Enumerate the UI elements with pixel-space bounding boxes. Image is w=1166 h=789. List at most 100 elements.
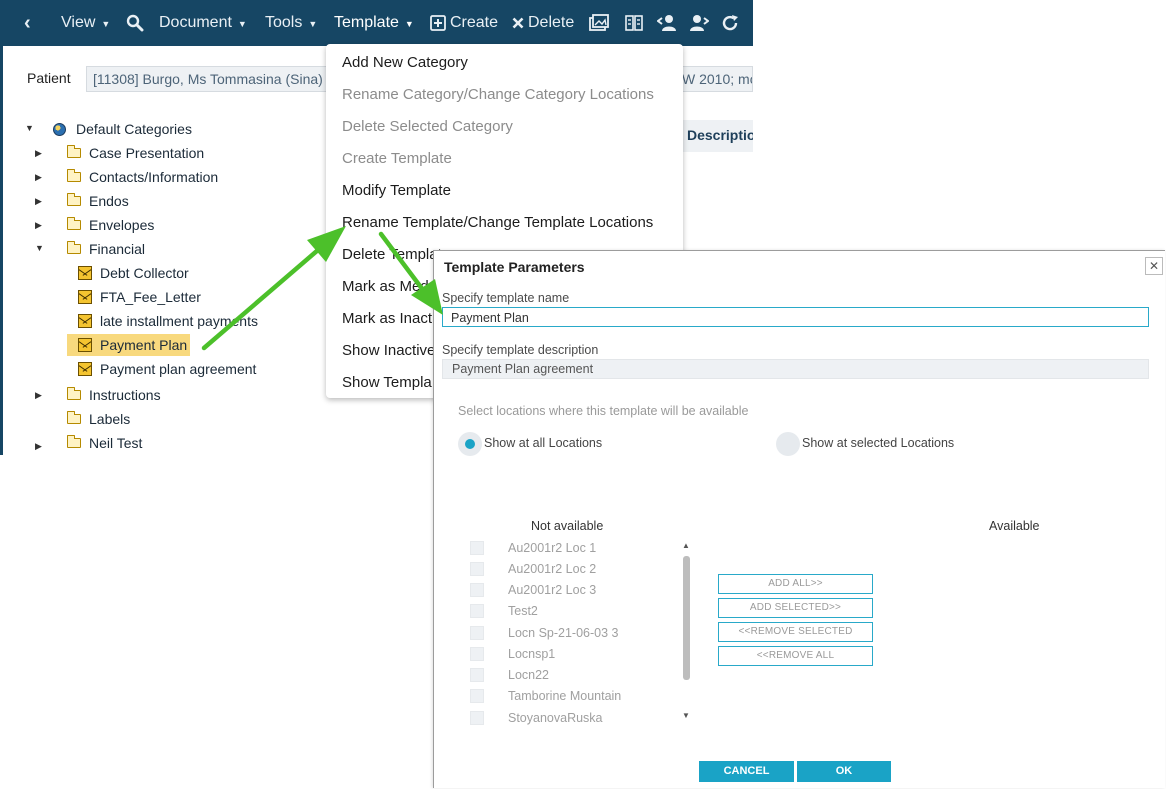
patient-label: Patient [27,70,71,86]
refresh-button[interactable] [721,0,739,46]
location-checkbox[interactable] [470,604,484,618]
location-label: Au2001r2 Loc 2 [508,562,597,576]
dialog-close-button[interactable]: ✕ [1145,257,1163,275]
compare-button[interactable] [625,0,643,46]
tree-item[interactable]: ▶ Endos [35,190,129,212]
description-header-label: Description [687,127,753,143]
radio-selected-locations[interactable] [776,432,800,456]
left-frame-edge [0,46,3,455]
location-label: Tamborine Mountain [508,689,622,703]
location-checkbox[interactable] [470,541,484,555]
menu-item-modify-template[interactable]: Modify Template [342,182,451,199]
location-row[interactable]: Au2001r2 Loc 1 [470,540,596,556]
folder-icon [67,193,81,206]
tree-root[interactable]: ▼ Default Categories [25,118,192,140]
scroll-up-arrow-icon[interactable]: ▲ [682,541,690,550]
menu-item-show-inactive[interactable]: Show Inactive [342,342,435,359]
folder-icon [67,217,81,230]
ok-button[interactable]: OK [797,761,891,782]
collapsed-caret-icon: ▶ [35,148,42,158]
tree-template-item[interactable]: FTA_Fee_Letter [78,286,201,308]
add-all-button[interactable]: ADD ALL>> [718,574,873,594]
create-label: Create [450,14,499,31]
tree-template-item[interactable]: Debt Collector [78,262,189,284]
location-row[interactable]: StoyanovaRuska [470,710,603,726]
location-checkbox[interactable] [470,711,484,725]
remove-selected-button[interactable]: <<REMOVE SELECTED [718,622,873,642]
template-name-label: Specify template name [442,291,570,305]
tree-template-item[interactable]: Payment plan agreement [78,358,256,380]
tree-item[interactable]: ▶ Neil Test [35,432,142,454]
location-label: Locn Sp-21-06-03 3 [508,626,619,640]
tree-template-item[interactable]: late installment payments [78,310,258,332]
tree-item-label: Case Presentation [89,145,205,161]
back-button[interactable]: ‹ [24,0,31,46]
tree-root-label: Default Categories [76,121,192,137]
menu-item-mark-as-med[interactable]: Mark as Med [342,278,429,295]
tree-item[interactable]: ▶ Instructions [35,384,161,406]
menu-item-delete-category[interactable]: Delete Selected Category [342,118,513,135]
description-column-header[interactable]: Description [676,120,753,152]
template-menu[interactable]: Template ▼ [334,0,414,46]
tree-item[interactable]: Labels [35,408,130,430]
menu-item-mark-as-inactive[interactable]: Mark as Inact [342,310,432,327]
tree-item-label: Envelopes [89,217,155,233]
tools-menu[interactable]: Tools ▼ [265,0,317,46]
tree-item[interactable]: ▶ Envelopes [35,214,154,236]
tools-menu-label: Tools [265,14,303,31]
location-label: Locnsp1 [508,647,556,661]
list-scrollbar-thumb[interactable] [683,556,690,680]
location-checkbox[interactable] [470,583,484,597]
tree-item-label: Payment Plan [100,337,188,353]
menu-item-create-template[interactable]: Create Template [342,150,452,167]
scroll-down-arrow-icon[interactable]: ▼ [682,711,690,720]
folder-icon [67,435,81,448]
menu-item-rename-template[interactable]: Rename Template/Change Template Location… [342,214,653,231]
template-parameters-dialog: Template Parameters ✕ Specify template n… [433,250,1165,788]
cancel-button[interactable]: CANCEL [699,761,794,782]
tree-template-item-selected[interactable]: Payment Plan [78,334,187,356]
location-row[interactable]: Au2001r2 Loc 3 [470,582,596,598]
menu-item-show-templates[interactable]: Show Templa [342,374,432,391]
remove-all-button[interactable]: <<REMOVE ALL [718,646,873,666]
search-button[interactable] [126,0,144,46]
user-export-button[interactable] [689,0,709,46]
globe-icon [53,122,66,136]
location-row[interactable]: Au2001r2 Loc 2 [470,561,596,577]
location-checkbox[interactable] [470,647,484,661]
add-selected-button[interactable]: ADD SELECTED>> [718,598,873,618]
tree-item[interactable]: ▼ Financial [35,238,145,260]
tree-item[interactable]: ▶ Case Presentation [35,142,204,164]
template-description-input[interactable]: Payment Plan agreement [442,359,1149,379]
location-checkbox[interactable] [470,562,484,576]
location-row[interactable]: Test2 [470,603,538,619]
user-import-button[interactable] [657,0,677,46]
location-row[interactable]: Locnsp1 [470,646,555,662]
location-label: Locn22 [508,668,550,682]
image-export-button[interactable] [589,0,609,46]
menu-item-add-new-category[interactable]: Add New Category [342,54,468,71]
location-row[interactable]: Tamborine Mountain [470,688,621,704]
location-checkbox[interactable] [470,689,484,703]
location-checkbox[interactable] [470,668,484,682]
tree-item[interactable]: ▶ Contacts/Information [35,166,218,188]
create-button[interactable]: Create [430,0,498,46]
template-name-input[interactable] [442,307,1149,327]
folder-icon [67,411,81,424]
close-icon: ✕ [1148,259,1160,273]
delete-button[interactable]: Delete [512,0,574,46]
tree-item-label: Endos [89,193,129,209]
tree-item-label: Neil Test [89,435,143,451]
location-row[interactable]: Locn22 [470,667,549,683]
location-row[interactable]: Locn Sp-21-06-03 3 [470,625,619,641]
close-x-icon [512,17,524,29]
caret-down-icon: ▼ [404,19,414,29]
menu-item-rename-category[interactable]: Rename Category/Change Category Location… [342,86,654,103]
view-menu[interactable]: View ▼ [61,0,110,46]
document-menu[interactable]: Document ▼ [159,0,247,46]
plus-box-icon [430,15,446,31]
location-checkbox[interactable] [470,626,484,640]
template-envelope-icon [78,314,92,328]
template-envelope-icon [78,266,92,280]
radio-all-locations[interactable] [458,432,482,456]
